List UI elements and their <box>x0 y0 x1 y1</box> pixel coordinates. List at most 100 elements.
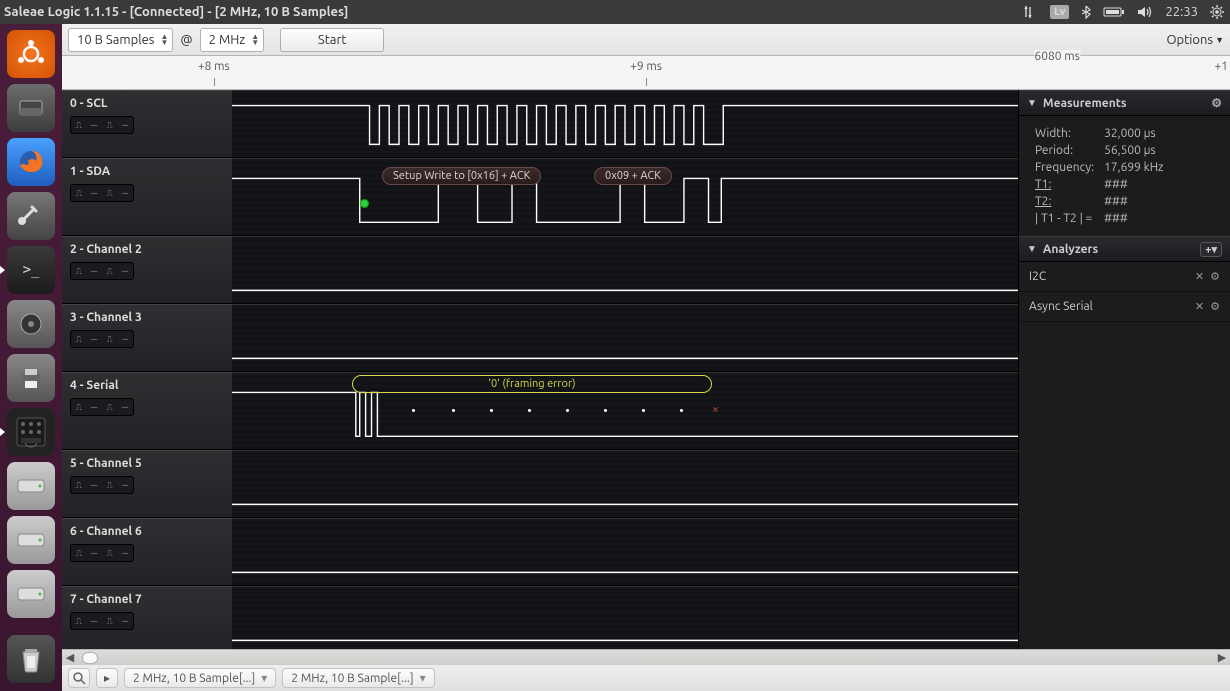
trash-icon[interactable] <box>7 635 55 683</box>
session-tabbar: ▸ 2 MHz, 10 B Sample[...] ▾ 2 MHz, 10 B … <box>62 665 1230 691</box>
disk-util-icon[interactable] <box>7 300 55 348</box>
chevron-right-icon[interactable]: ▸ <box>96 668 118 688</box>
channel-header[interactable]: 0 - SCL ⎍─⎍─ <box>62 90 232 158</box>
waveform[interactable] <box>232 450 1018 518</box>
window-title: Saleae Logic 1.1.15 - [Connected] - [2 M… <box>0 5 348 19</box>
drive-icon-2[interactable] <box>7 516 55 564</box>
file-manager-icon[interactable] <box>7 84 55 132</box>
waveform[interactable] <box>232 586 1018 654</box>
analyzer-row-i2c[interactable]: I2C ✕ ⚙ <box>1019 262 1230 292</box>
network-icon[interactable] <box>1022 5 1038 19</box>
drive-icon-3[interactable] <box>7 570 55 618</box>
system-tray: Lv 22:33 <box>1022 5 1230 19</box>
waveform[interactable]: Setup Write to [0x16] + ACK 0x09 + ACK <box>232 158 1018 236</box>
channel-name: 7 - Channel 7 <box>70 593 224 606</box>
decode-bubble-serial: '0' (framing error) <box>352 375 712 393</box>
channel-name: 5 - Channel 5 <box>70 457 224 470</box>
waveform[interactable] <box>232 90 1018 158</box>
chevron-down-icon: ▼ <box>1027 243 1037 255</box>
channel-row-4: 4 - Serial ⎍─⎍─ '0' (framing error) <box>62 372 1018 450</box>
analyzers-title: Analyzers <box>1043 243 1098 256</box>
trigger-box[interactable]: ⎍─⎍─ <box>70 262 134 280</box>
unity-launcher: >_ <box>0 24 62 691</box>
bit-dot-icon <box>452 409 455 412</box>
clock[interactable]: 22:33 <box>1165 5 1198 19</box>
bit-dot-icon <box>412 409 415 412</box>
system-menubar: Saleae Logic 1.1.15 - [Connected] - [2 M… <box>0 0 1230 24</box>
main-body: 0 - SCL ⎍─⎍─ 1 - SDA <box>62 90 1230 691</box>
channel-name: 0 - SCL <box>70 97 224 110</box>
bit-dot-icon <box>680 409 683 412</box>
channel-row-5: 5 - Channel 5 ⎍─⎍─ <box>62 450 1018 518</box>
trigger-box[interactable]: ⎍─⎍─ <box>70 330 134 348</box>
trigger-box[interactable]: ⎍─⎍─ <box>70 116 134 134</box>
analyzer-row-asyncserial[interactable]: Async Serial ✕ ⚙ <box>1019 292 1230 322</box>
time-ruler[interactable]: +8 ms +9 ms 6080 ms +1 <box>62 56 1230 90</box>
channel-header[interactable]: 6 - Channel 6 ⎍─⎍─ <box>62 518 232 586</box>
session-tab-2[interactable]: 2 MHz, 10 B Sample[...] ▾ <box>282 668 434 688</box>
trigger-box[interactable]: ⎍─⎍─ <box>70 544 134 562</box>
trigger-box[interactable]: ⎍─⎍─ <box>70 398 134 416</box>
waveform[interactable] <box>232 518 1018 586</box>
bit-dot-icon <box>566 409 569 412</box>
volume-icon[interactable] <box>1137 5 1153 19</box>
scroll-left-icon[interactable]: ◀ <box>62 650 78 666</box>
terminal-icon[interactable]: >_ <box>7 246 55 294</box>
channel-header[interactable]: 7 - Channel 7 ⎍─⎍─ <box>62 586 232 654</box>
close-icon[interactable]: ▾ <box>420 671 426 685</box>
scroll-thumb[interactable] <box>82 652 98 664</box>
trigger-box[interactable]: ⎍─⎍─ <box>70 476 134 494</box>
chevron-updown-icon: ▲▼ <box>160 34 168 46</box>
dash-icon[interactable] <box>7 30 55 78</box>
waveform[interactable]: '0' (framing error) × <box>232 372 1018 450</box>
search-button[interactable] <box>68 668 90 688</box>
channel-header[interactable]: 5 - Channel 5 ⎍─⎍─ <box>62 450 232 518</box>
system-settings-icon[interactable] <box>7 192 55 240</box>
waveform[interactable] <box>232 236 1018 304</box>
trigger-box[interactable]: ⎍─⎍─ <box>70 184 134 202</box>
measurements-header[interactable]: ▼ Measurements ⚙ <box>1019 90 1230 116</box>
chevron-down-icon: ▼ <box>1027 97 1037 109</box>
gear-icon[interactable]: ⚙ <box>1211 96 1222 110</box>
gear-icon[interactable] <box>1210 5 1224 19</box>
battery-icon[interactable] <box>1103 6 1125 18</box>
channel-header[interactable]: 4 - Serial ⎍─⎍─ <box>62 372 232 450</box>
start-button[interactable]: Start <box>280 28 384 52</box>
rate-select[interactable]: 2 MHz ▲▼ <box>200 28 265 52</box>
channel-name: 1 - SDA <box>70 165 224 178</box>
channel-header[interactable]: 1 - SDA ⎍─⎍─ <box>62 158 232 236</box>
decode-bubble-setup: Setup Write to [0x16] + ACK <box>382 167 541 185</box>
bit-dot-icon <box>642 409 645 412</box>
channel-header[interactable]: 3 - Channel 3 ⎍─⎍─ <box>62 304 232 372</box>
error-cross-icon: × <box>712 403 719 416</box>
add-analyzer-button[interactable]: +▾ <box>1200 242 1222 257</box>
session-tab-1[interactable]: 2 MHz, 10 B Sample[...] ▾ <box>124 668 276 688</box>
waveform[interactable] <box>232 304 1018 372</box>
channel-row-0: 0 - SCL ⎍─⎍─ <box>62 90 1018 158</box>
scroll-right-icon[interactable]: ▶ <box>1214 650 1230 666</box>
gear-icon[interactable]: ⚙ <box>1210 270 1220 283</box>
channel-viewport[interactable]: 0 - SCL ⎍─⎍─ 1 - SDA <box>62 90 1018 691</box>
saleae-logic-icon[interactable] <box>7 408 55 456</box>
samples-label: 10 B Samples <box>77 33 154 47</box>
drive-icon-1[interactable] <box>7 462 55 510</box>
bluetooth-icon[interactable] <box>1081 5 1091 19</box>
keyboard-layout-badge[interactable]: Lv <box>1050 5 1069 19</box>
firefox-icon[interactable] <box>7 138 55 186</box>
channel-header[interactable]: 2 - Channel 2 ⎍─⎍─ <box>62 236 232 304</box>
printer-icon[interactable] <box>7 354 55 402</box>
options-menu[interactable]: Options ▼ <box>1166 33 1224 47</box>
horizontal-scrollbar[interactable]: ◀ ▶ <box>62 649 1230 665</box>
close-icon[interactable]: ✕ <box>1195 300 1204 313</box>
channel-row-6: 6 - Channel 6 ⎍─⎍─ <box>62 518 1018 586</box>
close-icon[interactable]: ▾ <box>261 671 267 685</box>
measurements-title: Measurements <box>1043 97 1127 110</box>
close-icon[interactable]: ✕ <box>1195 270 1204 283</box>
gear-icon[interactable]: ⚙ <box>1210 300 1220 313</box>
trigger-box[interactable]: ⎍─⎍─ <box>70 612 134 630</box>
at-label: @ <box>177 33 195 47</box>
measurements-body: Width:32,000 µs Period:56,500 µs Frequen… <box>1019 116 1230 236</box>
analyzers-header[interactable]: ▼ Analyzers +▾ <box>1019 236 1230 262</box>
channel-name: 6 - Channel 6 <box>70 525 224 538</box>
samples-select[interactable]: 10 B Samples ▲▼ <box>68 28 173 52</box>
